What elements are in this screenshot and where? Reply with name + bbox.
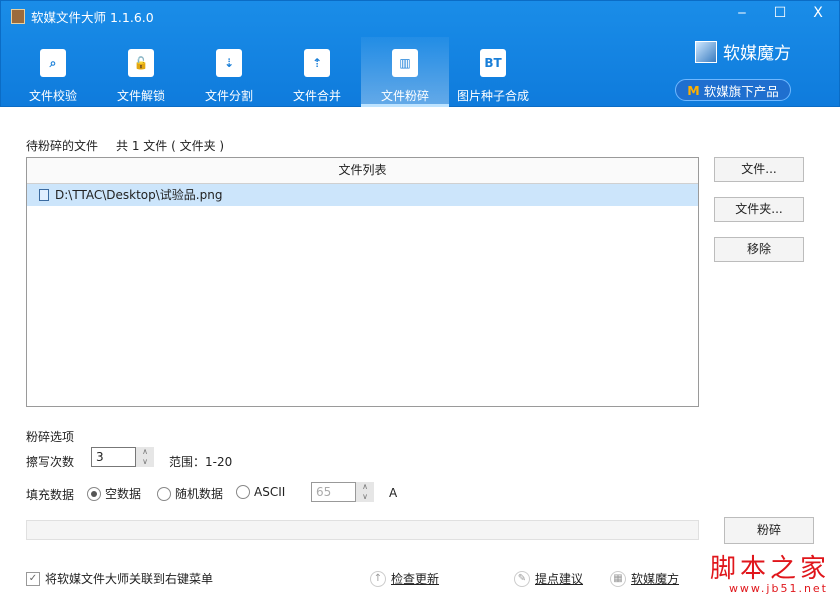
passes-range: 范围：1-20 <box>169 453 232 470</box>
app-icon <box>11 9 25 24</box>
checkbox-label: 将软媒文件大师关联到右键菜单 <box>45 570 213 587</box>
radio-random[interactable]: 随机数据 <box>157 485 223 502</box>
mofang-link[interactable]: ▦ 软媒魔方 <box>610 570 679 587</box>
link-label: 软媒魔方 <box>631 570 679 587</box>
watermark: 脚本之家 <box>710 548 830 585</box>
context-menu-checkbox[interactable]: ✓ 将软媒文件大师关联到右键菜单 <box>26 570 213 587</box>
close-button[interactable]: X <box>805 5 831 21</box>
progress-bar <box>26 520 699 540</box>
radio-empty[interactable]: 空数据 <box>87 485 141 502</box>
files-label: 待粉碎的文件 <box>26 137 98 154</box>
brand-logo: 软媒魔方 <box>695 39 791 64</box>
tab-shred[interactable]: ▥ 文件粉碎 <box>361 37 449 107</box>
radio-circle <box>87 487 101 501</box>
file-path: D:\TTAC\Desktop\试验品.png <box>55 184 222 206</box>
list-item[interactable]: D:\TTAC\Desktop\试验品.png <box>27 184 698 206</box>
image-file-icon <box>39 189 49 201</box>
link-label: 检查更新 <box>391 570 439 587</box>
minimize-button[interactable]: ‒ <box>729 5 755 21</box>
tab-merge[interactable]: ⇡ 文件合并 <box>273 37 361 107</box>
feedback-link[interactable]: ✎ 提点建议 <box>514 570 583 587</box>
ascii-char: A <box>389 486 397 500</box>
maximize-button[interactable]: ☐ <box>767 5 793 21</box>
file-list[interactable]: 文件列表 D:\TTAC\Desktop\试验品.png <box>26 157 699 407</box>
zipper-down-icon: ⇣ <box>216 49 242 77</box>
shred-button[interactable]: 粉碎 <box>724 517 814 544</box>
magnifier-icon: ⌕ <box>40 49 66 77</box>
window-title: 软媒文件大师 1.1.6.0 <box>31 7 154 26</box>
link-label: 提点建议 <box>535 570 583 587</box>
remove-button[interactable]: 移除 <box>714 237 804 262</box>
file-list-header[interactable]: 文件列表 <box>27 158 698 184</box>
zipper-up-icon: ⇡ <box>304 49 330 77</box>
title-bar: 软媒文件大师 1.1.6.0 ‒ ☐ X ⌕ 文件校验 🔓 文件解锁 ⇣ 文件分割 ⇡… <box>0 0 840 107</box>
tab-label: 文件解锁 <box>117 87 165 104</box>
add-file-button[interactable]: 文件... <box>714 157 804 182</box>
radio-label: 空数据 <box>105 485 141 502</box>
ascii-input[interactable]: 65 <box>311 482 356 502</box>
radio-circle <box>236 485 250 499</box>
lock-icon: 🔓 <box>128 49 154 77</box>
options-title: 粉碎选项 <box>26 428 74 445</box>
watermark-url: www.jb51.net <box>729 582 828 595</box>
checkbox-checked-icon: ✓ <box>26 572 40 586</box>
radio-circle <box>157 487 171 501</box>
products-label: 软媒旗下产品 <box>704 81 779 100</box>
products-button[interactable]: M 软媒旗下产品 <box>675 79 791 101</box>
files-count: 共 1 文件 ( 文件夹 ) <box>116 137 224 154</box>
m-logo-icon: M <box>687 83 699 98</box>
cube-icon <box>695 41 717 63</box>
tab-bt-image[interactable]: BT 图片种子合成 <box>449 37 537 107</box>
ascii-spinner[interactable]: ∧∨ <box>356 482 374 502</box>
pencil-icon: ✎ <box>514 571 530 587</box>
tab-label: 文件分割 <box>205 87 253 104</box>
tab-label: 文件校验 <box>29 87 77 104</box>
radio-label: ASCII <box>254 485 285 499</box>
tab-label: 文件粉碎 <box>381 87 429 104</box>
tab-split[interactable]: ⇣ 文件分割 <box>185 37 273 107</box>
brand-name: 软媒魔方 <box>723 39 791 64</box>
tab-label: 文件合并 <box>293 87 341 104</box>
check-update-link[interactable]: ↑ 检查更新 <box>370 570 439 587</box>
passes-label: 擦写次数 <box>26 453 74 470</box>
tab-label: 图片种子合成 <box>457 87 529 104</box>
bt-icon: BT <box>480 49 506 77</box>
add-folder-button[interactable]: 文件夹... <box>714 197 804 222</box>
passes-input[interactable]: 3 <box>91 447 136 467</box>
fill-label: 填充数据 <box>26 486 74 503</box>
tab-unlock[interactable]: 🔓 文件解锁 <box>97 37 185 107</box>
radio-label: 随机数据 <box>175 485 223 502</box>
grid-icon: ▦ <box>610 571 626 587</box>
shredder-icon: ▥ <box>392 49 418 77</box>
radio-ascii[interactable]: ASCII <box>236 485 285 499</box>
tab-verify[interactable]: ⌕ 文件校验 <box>9 37 97 107</box>
arrow-up-icon: ↑ <box>370 571 386 587</box>
passes-spinner[interactable]: ∧∨ <box>136 447 154 467</box>
